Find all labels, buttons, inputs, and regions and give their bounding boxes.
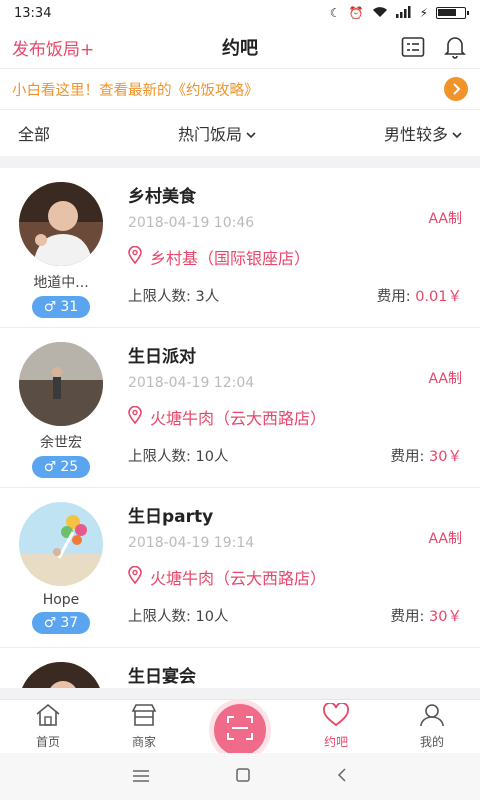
- event-time: 2018-04-19 19:14: [128, 535, 255, 551]
- heart-icon: [322, 702, 350, 730]
- avatar[interactable]: [19, 502, 103, 586]
- event-card[interactable]: Hope ♂ 37 生日party 2018-04-19 19:14 AA制 火塘…: [0, 488, 480, 648]
- event-card[interactable]: 地道中... ♂ 31 乡村美食 2018-04-19 10:46 AA制 乡村基…: [0, 168, 480, 328]
- payment-type: AA制: [428, 371, 462, 387]
- location-pin-icon: [128, 245, 142, 268]
- user-name: Hope: [42, 592, 80, 608]
- moon-icon: ☾: [329, 6, 341, 20]
- chevron-down-icon: [246, 124, 256, 143]
- filter-gender[interactable]: 男性较多: [384, 121, 462, 145]
- people-limit: 上限人数: 3人: [128, 289, 220, 305]
- system-nav-bar: [0, 753, 480, 800]
- people-limit: 上限人数: 10人: [128, 609, 229, 625]
- page-title: 约吧: [222, 38, 258, 59]
- event-fee: 费用: 30￥: [390, 609, 462, 625]
- charging-icon: ⚡: [419, 6, 428, 20]
- event-location[interactable]: 乡村基（国际银座店）: [128, 245, 462, 269]
- location-pin-icon: [128, 565, 142, 588]
- store-icon: [131, 703, 157, 730]
- app-header: 发布饭局+ 约吧: [0, 26, 480, 68]
- bell-icon[interactable]: [442, 34, 468, 60]
- avatar[interactable]: [19, 662, 103, 688]
- event-location[interactable]: 火塘牛肉（云大西路店）: [128, 405, 462, 429]
- event-fee: 费用: 0.01￥: [376, 289, 462, 305]
- signal-icon: [395, 5, 412, 21]
- notice-text: 小白看这里！查看最新的《约饭攻略》: [12, 82, 259, 99]
- male-icon: ♂: [43, 615, 57, 631]
- event-time: 2018-04-19 10:46: [128, 215, 255, 231]
- battery-icon: [436, 7, 469, 19]
- publish-event-button[interactable]: 发布饭局+: [12, 35, 94, 60]
- wifi-icon: [372, 6, 388, 21]
- payment-type: AA制: [428, 211, 462, 227]
- tab-merchants[interactable]: 商家: [96, 700, 192, 753]
- home-icon: [35, 703, 61, 730]
- user-name: 地道中...: [33, 275, 89, 291]
- people-limit: 上限人数: 10人: [128, 449, 229, 465]
- male-count-badge: ♂ 31: [32, 296, 90, 318]
- avatar[interactable]: [19, 182, 103, 266]
- male-icon: ♂: [43, 459, 57, 475]
- location-pin-icon: [128, 405, 142, 428]
- event-title: 生日party: [128, 507, 214, 527]
- tab-mine[interactable]: 我的: [384, 700, 480, 753]
- user-icon: [419, 703, 445, 730]
- guide-notice-banner[interactable]: 小白看这里！查看最新的《约饭攻略》: [0, 68, 480, 110]
- status-bar: 13:34 ☾ ⏰ ⚡: [0, 0, 480, 26]
- payment-type: AA制: [428, 531, 462, 547]
- scan-button[interactable]: [214, 704, 266, 756]
- male-count-badge: ♂ 25: [32, 456, 90, 478]
- event-card[interactable]: 余世宏 ♂ 25 生日派对 2018-04-19 12:04 AA制 火塘牛肉（云…: [0, 328, 480, 488]
- user-name: 余世宏: [40, 435, 82, 451]
- filter-hot-events[interactable]: 热门饭局: [178, 121, 256, 145]
- list-icon[interactable]: [400, 34, 426, 60]
- male-icon: ♂: [43, 299, 57, 315]
- event-fee: 费用: 30￥: [390, 449, 462, 465]
- event-location[interactable]: 火塘牛肉（云大西路店）: [128, 565, 462, 589]
- alarm-icon: ⏰: [348, 6, 364, 20]
- status-icons: ☾ ⏰ ⚡: [329, 5, 469, 21]
- menu-icon[interactable]: [133, 767, 150, 786]
- event-title: 生日派对: [128, 347, 196, 367]
- filter-bar: 全部 热门饭局 男性较多: [0, 110, 480, 156]
- event-title: 生日宴会: [128, 667, 196, 687]
- chevron-right-icon[interactable]: [444, 77, 468, 101]
- tab-yueba[interactable]: 约吧: [288, 700, 384, 753]
- event-card[interactable]: 生日宴会: [0, 648, 480, 688]
- male-count-badge: ♂ 37: [32, 612, 90, 634]
- back-icon[interactable]: [337, 767, 347, 786]
- event-list: 地道中... ♂ 31 乡村美食 2018-04-19 10:46 AA制 乡村基…: [0, 168, 480, 688]
- scan-icon: [226, 715, 254, 745]
- event-time: 2018-04-19 12:04: [128, 375, 255, 391]
- avatar[interactable]: [19, 342, 103, 426]
- filter-all[interactable]: 全部: [18, 121, 50, 145]
- event-title: 乡村美食: [128, 187, 196, 207]
- status-time: 13:34: [14, 5, 52, 21]
- tab-home[interactable]: 首页: [0, 700, 96, 753]
- home-square-icon[interactable]: [236, 767, 250, 786]
- chevron-down-icon: [452, 124, 462, 143]
